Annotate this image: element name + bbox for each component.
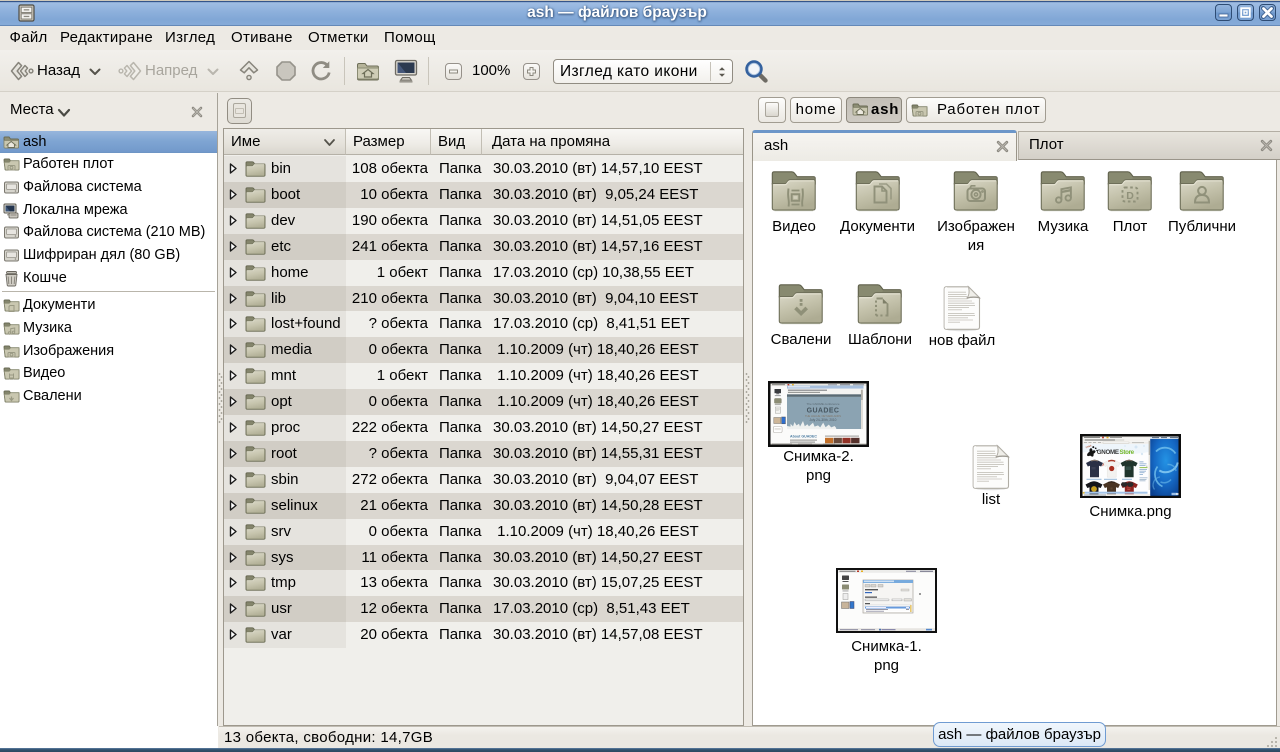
svg-text:The GNOME conference: The GNOME conference bbox=[806, 402, 839, 406]
svg-text:D: D bbox=[1126, 190, 1134, 202]
svg-text:About GUADEC: About GUADEC bbox=[790, 435, 817, 439]
svg-text:Store: Store bbox=[1120, 449, 1135, 456]
svg-text:July 24–30th, 2010: July 24–30th, 2010 bbox=[810, 418, 837, 422]
svg-text:GNOME: GNOME bbox=[1097, 449, 1119, 456]
svg-text:GUADEC: GUADEC bbox=[807, 408, 840, 415]
svg-text:THE HAGUE, NETHERLANDS: THE HAGUE, NETHERLANDS bbox=[805, 414, 841, 418]
